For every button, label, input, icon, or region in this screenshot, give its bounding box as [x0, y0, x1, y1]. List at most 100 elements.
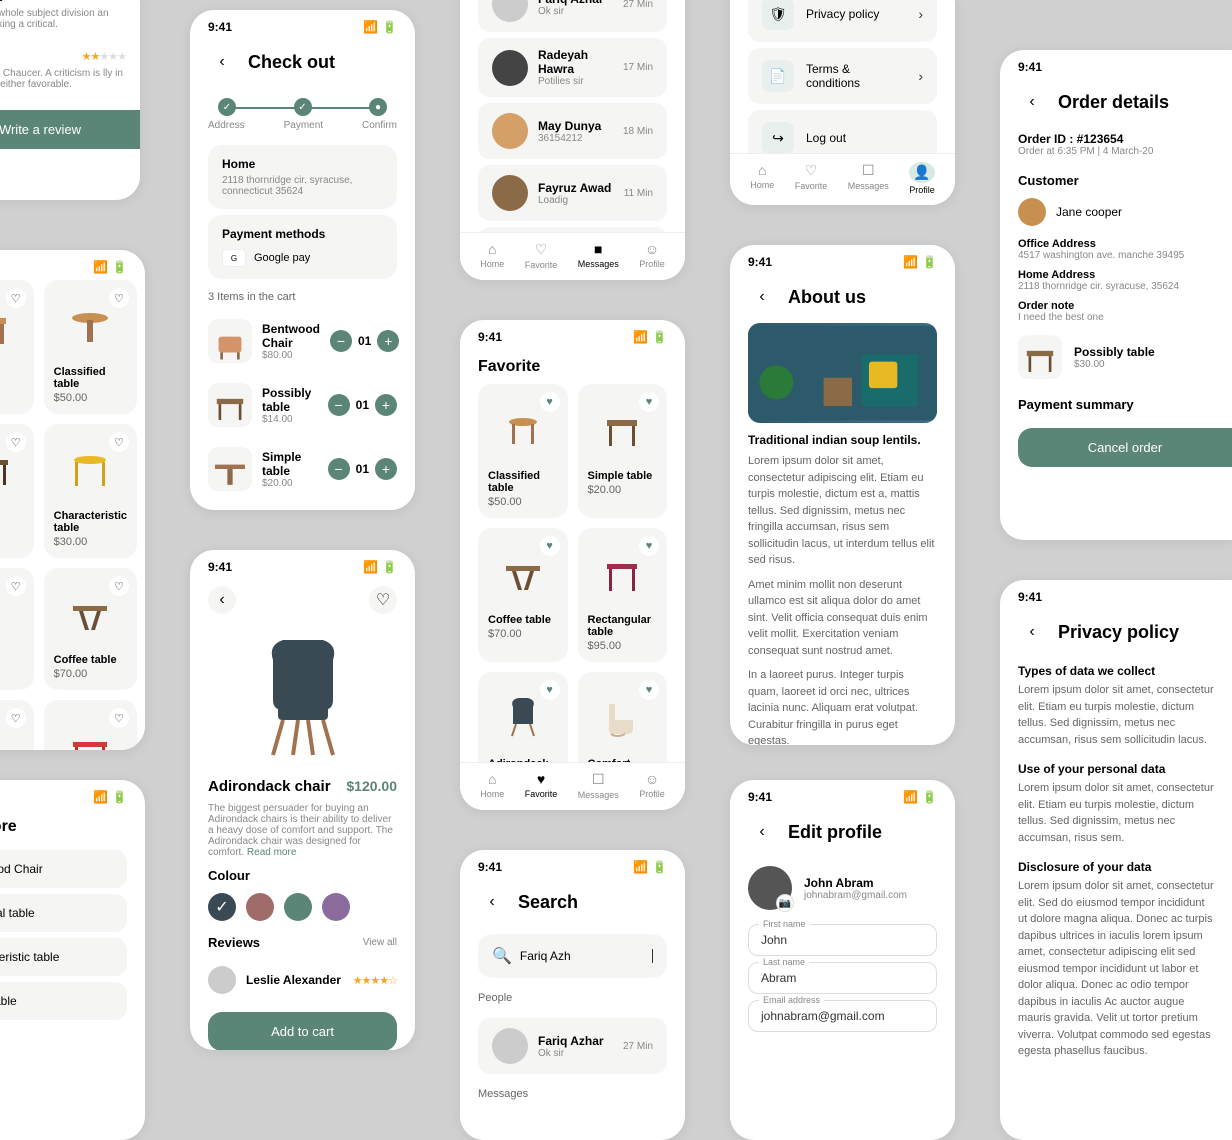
email-input[interactable]: Email addressjohnabram@gmail.com	[748, 1000, 937, 1032]
nav-home[interactable]: ⌂Home	[480, 241, 504, 270]
nav-profile[interactable]: 👤Profile	[909, 162, 935, 195]
heart-icon[interactable]: ♡	[109, 576, 129, 596]
back-button[interactable]: ‹	[1018, 88, 1046, 116]
privacy-p2: Lorem ipsum dolor sit amet, consectetur …	[1018, 780, 1214, 846]
back-button[interactable]: ‹	[1018, 618, 1046, 646]
nav-messages[interactable]: ☐Messages	[578, 771, 619, 800]
list-item[interactable]: ply table	[0, 982, 127, 1020]
product-card[interactable]: ♡Characteristic table$30.00	[44, 424, 137, 558]
product-card[interactable]: ♡Coffee table$70.00	[44, 568, 137, 690]
page-title: Order details	[1058, 92, 1169, 113]
message-row[interactable]: Fariq AzharOk sir27 Min	[478, 0, 667, 32]
nav-home[interactable]: ⌂Home	[480, 771, 504, 800]
back-button[interactable]: ‹	[748, 283, 776, 311]
nav-profile[interactable]: ☺Profile	[639, 771, 665, 800]
product-price: $30.00	[54, 536, 127, 548]
review-text: st book on Chaucer. A criticism is lly i…	[0, 68, 126, 90]
heart-icon[interactable]: ♡	[6, 432, 26, 452]
last-name-input[interactable]: Last nameAbram	[748, 962, 937, 994]
profile-icon: 👤	[909, 162, 934, 183]
status-icons: 📶🔋	[93, 790, 127, 804]
cancel-order-button[interactable]: Cancel order	[1018, 428, 1232, 467]
page-title: Check out	[248, 52, 335, 73]
search-screen: 9:41📶🔋 ‹Search 🔍 Fariq Azh People Fariq …	[460, 850, 685, 1140]
list-item[interactable]: tistical table	[0, 894, 127, 932]
camera-icon[interactable]: 📷	[776, 894, 794, 912]
product-card[interactable]: ♡	[0, 700, 34, 750]
product-card[interactable]: ♡	[44, 700, 137, 750]
settings-privacy[interactable]: 🛡Privacy policy›	[748, 0, 937, 42]
nav-favorite[interactable]: ♡Favorite	[525, 241, 558, 270]
product-price: $120.00	[346, 778, 397, 795]
write-review-button[interactable]: Write a review	[0, 110, 140, 149]
product-card[interactable]: ♡	[0, 568, 34, 690]
nav-messages[interactable]: ■Messages	[578, 241, 619, 270]
product-card[interactable]: ♡Classified table$50.00	[44, 280, 137, 414]
product-price: $95.00	[588, 640, 658, 652]
heart-icon[interactable]: ♥	[540, 680, 560, 700]
nav-favorite[interactable]: ♥Favorite	[525, 771, 558, 800]
settings-terms[interactable]: 📄Terms & conditions›	[748, 48, 937, 104]
heart-icon[interactable]: ♥	[639, 392, 659, 412]
product-card[interactable]: ♡	[0, 424, 34, 558]
qty-plus[interactable]: +	[375, 458, 397, 480]
qty-minus[interactable]: −	[328, 394, 350, 416]
read-more-link[interactable]: Read more	[247, 847, 296, 858]
heart-button[interactable]: ♡	[369, 586, 397, 614]
color-option[interactable]	[284, 893, 312, 921]
heart-icon[interactable]: ♥	[639, 536, 659, 556]
product-card[interactable]: ♥Rectangular table$95.00	[578, 528, 668, 662]
nav-favorite[interactable]: ♡Favorite	[795, 162, 828, 195]
product-card[interactable]: ♥Simple table$20.00	[578, 384, 668, 518]
back-button[interactable]: ‹	[478, 888, 506, 916]
qty-minus[interactable]: −	[328, 458, 350, 480]
first-name-input[interactable]: First nameJohn	[748, 924, 937, 956]
review-item[interactable]: Leslie Alexander ★★★★☆	[190, 958, 415, 1002]
product-name: Classified table	[488, 470, 558, 494]
product-card[interactable]: ♥Classified table$50.00	[478, 384, 568, 518]
list-item[interactable]: ntwood Chair	[0, 850, 127, 888]
search-result[interactable]: Fariq AzharOk sir27 Min	[478, 1018, 667, 1074]
product-card[interactable]: ♥Coffee table$70.00	[478, 528, 568, 662]
back-button[interactable]: ‹	[208, 48, 236, 76]
back-button[interactable]: ‹	[748, 818, 776, 846]
address-card[interactable]: Home 2118 thornridge cir. syracuse, conn…	[208, 145, 397, 209]
heart-icon[interactable]: ♡	[6, 708, 26, 728]
message-row[interactable]: May Dunya3615421218 Min	[478, 103, 667, 159]
view-all-link[interactable]: View all	[363, 937, 397, 948]
heart-icon[interactable]: ♥	[540, 392, 560, 412]
nav-home[interactable]: ⌂Home	[750, 162, 774, 195]
message-row[interactable]: Radeyah HawraPotilies sir17 Min	[478, 38, 667, 97]
qty-minus[interactable]: −	[330, 330, 352, 352]
heart-icon[interactable]: ♥	[639, 680, 659, 700]
order-details-screen: 9:41 ‹Order details Order ID : #123654 O…	[1000, 50, 1232, 540]
heart-icon[interactable]: ♡	[6, 288, 26, 308]
heart-icon[interactable]: ♡	[109, 432, 129, 452]
heart-icon[interactable]: ♡	[109, 708, 129, 728]
nav-messages[interactable]: ☐Messages	[848, 162, 889, 195]
status-icons: 📶🔋	[93, 260, 127, 274]
add-to-cart-button[interactable]: Add to cart	[208, 1012, 397, 1050]
qty-plus[interactable]: +	[375, 394, 397, 416]
heart-icon[interactable]: ♥	[540, 536, 560, 556]
payment-card[interactable]: Payment methods GGoogle pay	[208, 215, 397, 279]
heart-icon[interactable]: ♡	[109, 288, 129, 308]
color-option[interactable]: ✓	[208, 893, 236, 921]
msg-time: 27 Min	[623, 0, 653, 10]
status-icons: 📶🔋	[363, 560, 397, 574]
nav-profile[interactable]: ☺Profile	[639, 241, 665, 270]
list-item[interactable]: aracteristic table	[0, 938, 127, 976]
about-paragraph: In a laoreet purus. Integer turpis quam,…	[748, 667, 937, 745]
message-row[interactable]: Fayruz AwadLoadig11 Min	[478, 165, 667, 221]
back-button[interactable]: ‹	[208, 586, 236, 614]
result-sub: Ok sir	[538, 1048, 613, 1059]
explore-screen: 📶🔋 re more ntwood Chair tistical table a…	[0, 780, 145, 1140]
search-input[interactable]: 🔍 Fariq Azh	[478, 934, 667, 978]
home-label: Home Address	[1018, 269, 1214, 281]
progress-label: Address	[208, 120, 245, 131]
color-option[interactable]	[322, 893, 350, 921]
heart-icon[interactable]: ♡	[6, 576, 26, 596]
color-option[interactable]	[246, 893, 274, 921]
qty-plus[interactable]: +	[377, 330, 399, 352]
product-card[interactable]: ♡	[0, 280, 34, 414]
